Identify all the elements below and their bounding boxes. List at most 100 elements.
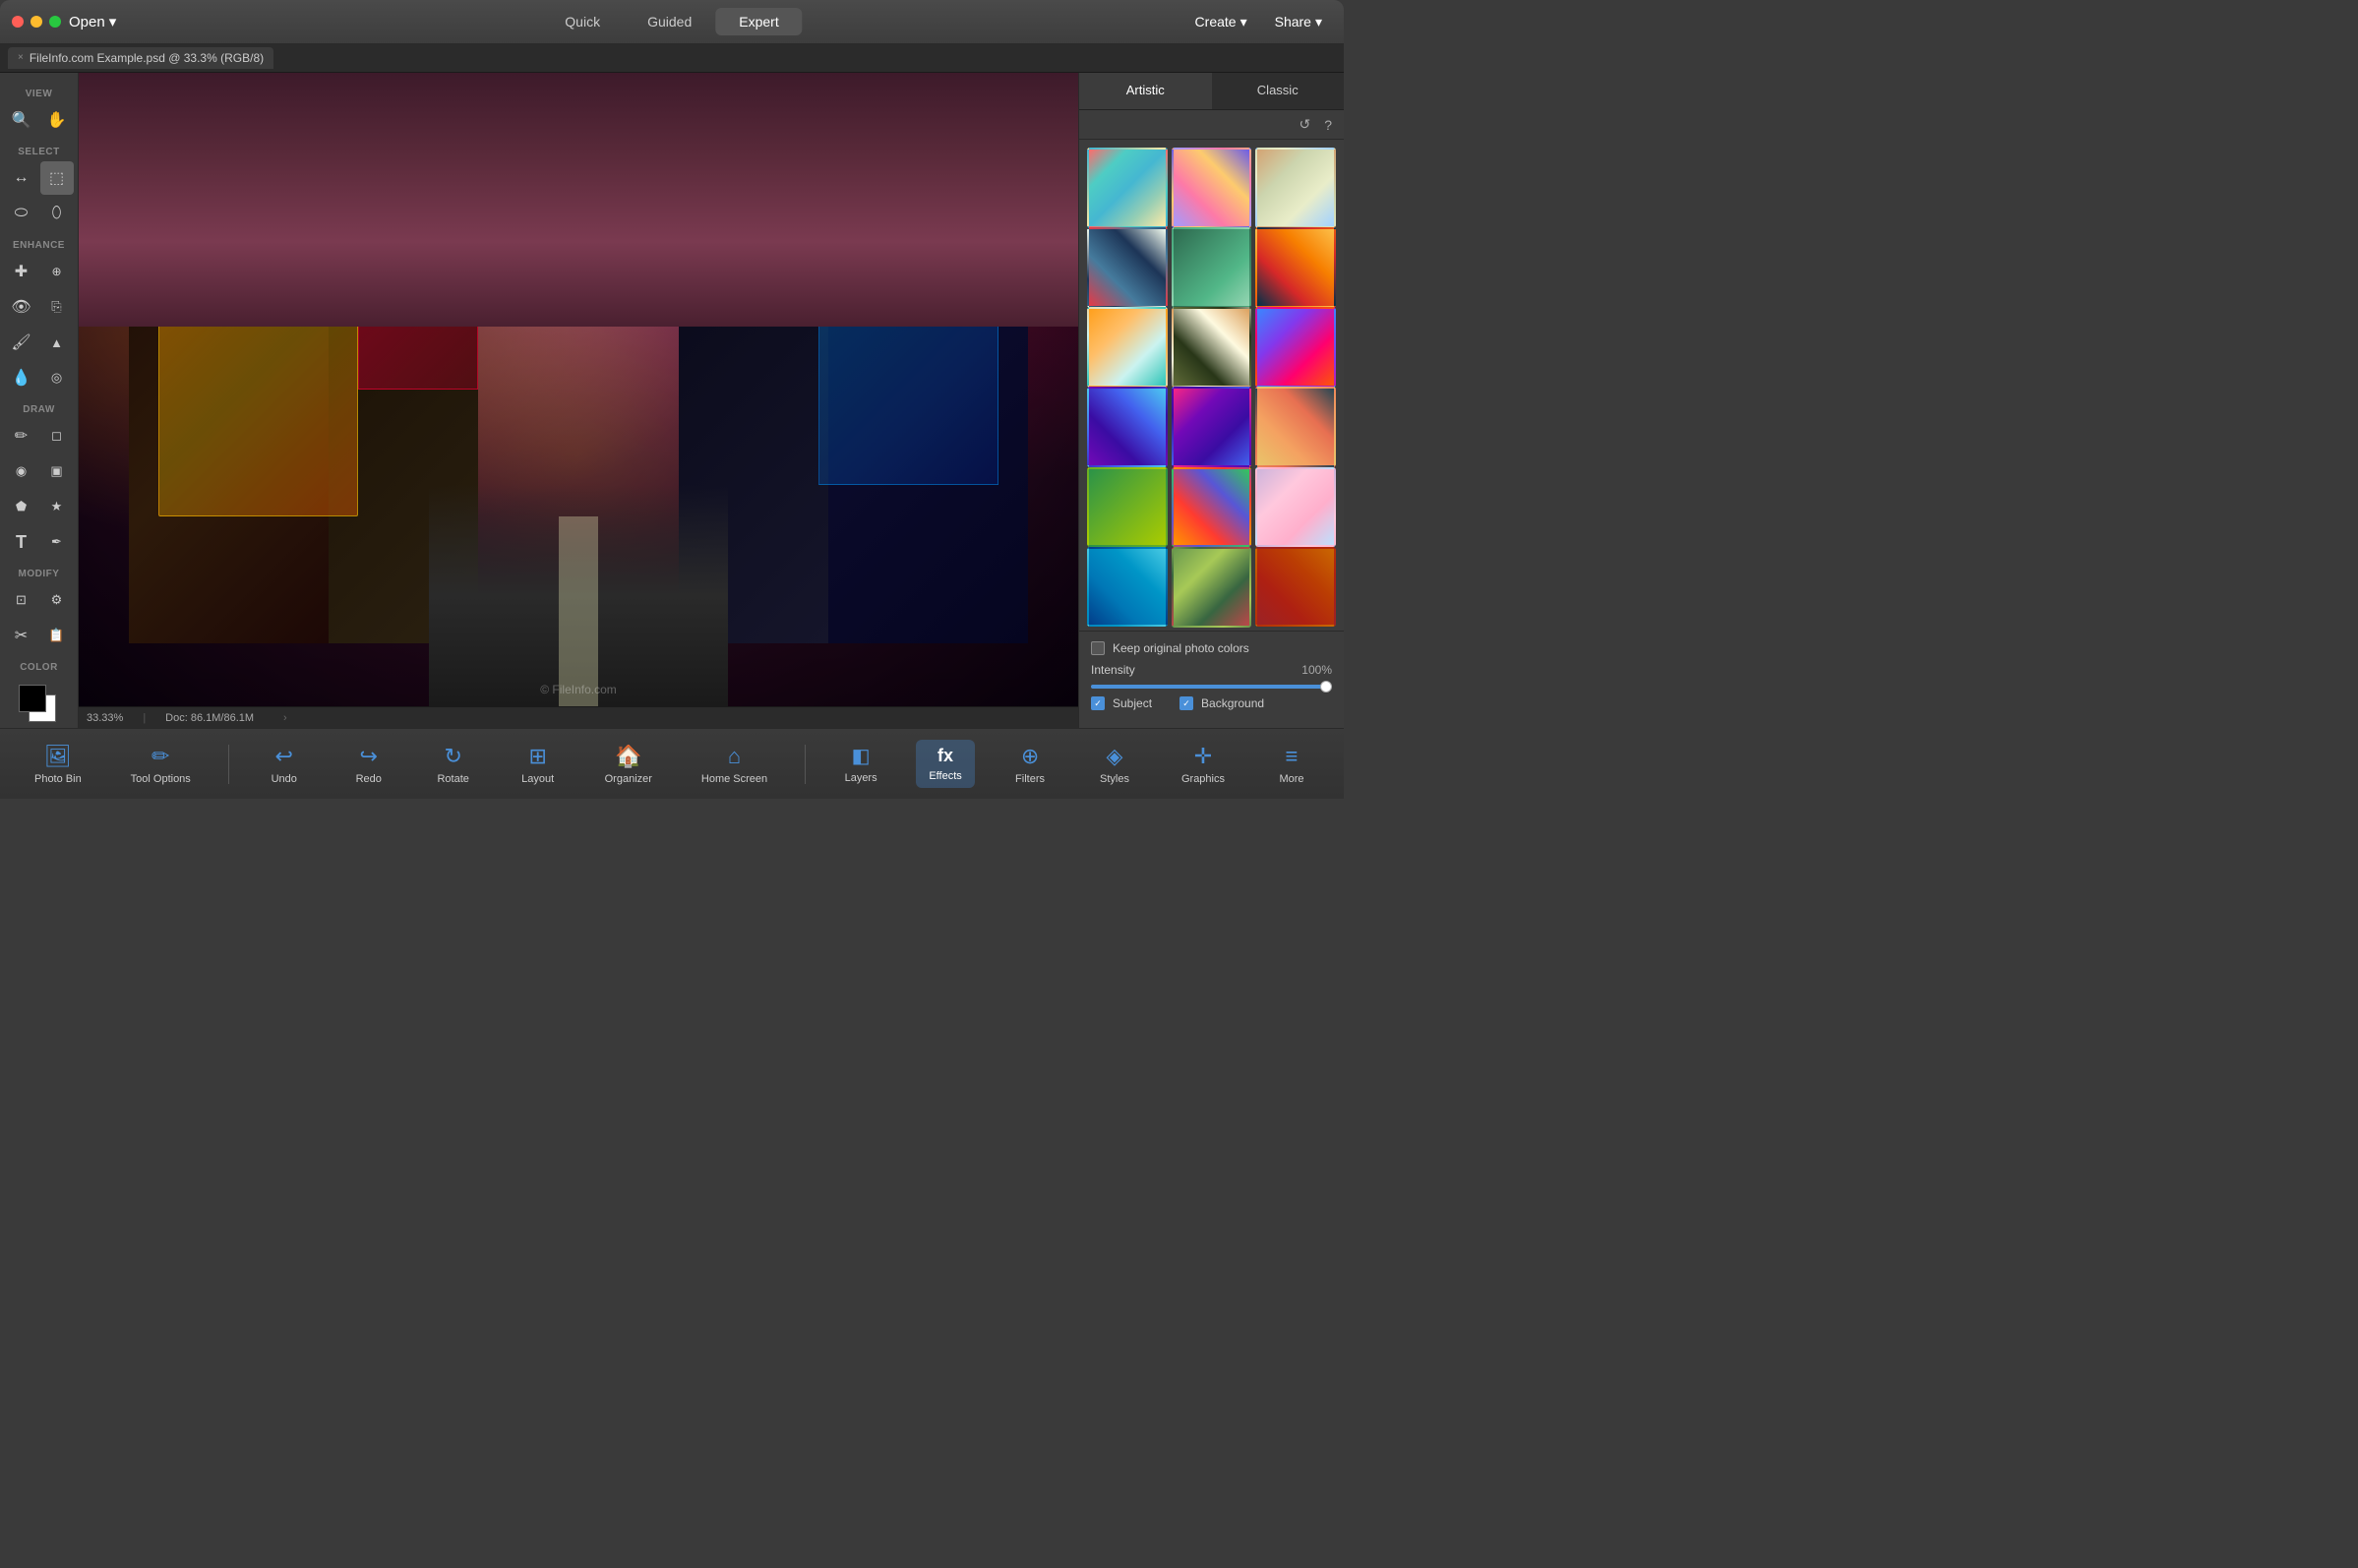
zoom-tool[interactable]: 🔍	[5, 103, 38, 137]
style-thumb[interactable]	[1255, 227, 1336, 308]
file-tab-close[interactable]: ×	[18, 52, 24, 63]
heal-tool[interactable]: ⊕	[40, 255, 74, 288]
style-thumb[interactable]	[1255, 547, 1336, 628]
shape-tool[interactable]: ★	[40, 490, 74, 523]
style-thumb[interactable]	[1255, 148, 1336, 228]
transform-tool[interactable]: ⚙	[40, 583, 74, 617]
style-thumb[interactable]	[1087, 467, 1168, 548]
brush-tool[interactable]: 🖌	[5, 326, 38, 359]
smudge-tool[interactable]: ▲	[40, 326, 74, 359]
blur-tool[interactable]: ◉	[5, 454, 38, 488]
style-thumb[interactable]	[1087, 227, 1168, 308]
file-tab[interactable]: × FileInfo.com Example.psd @ 33.3% (RGB/…	[8, 47, 273, 69]
layout-button[interactable]: ⊞ Layout	[509, 738, 568, 791]
style-thumb[interactable]	[1255, 307, 1336, 388]
minimize-button[interactable]	[30, 16, 42, 28]
style-thumb[interactable]	[1087, 307, 1168, 388]
style-thumb[interactable]	[1255, 387, 1336, 467]
style-thumb[interactable]	[1255, 467, 1336, 548]
subject-checkbox[interactable]	[1091, 696, 1105, 710]
refresh-icon[interactable]: ↺	[1295, 114, 1314, 135]
subject-label: Subject	[1113, 696, 1152, 710]
gradient-tool[interactable]: ▣	[40, 454, 74, 488]
scissors-tool[interactable]: ✂	[5, 619, 38, 652]
filters-label: Filters	[1015, 773, 1045, 785]
sponge-tool[interactable]: ◎	[40, 361, 74, 394]
help-icon[interactable]: ?	[1320, 115, 1336, 135]
panel-toolbar: ↺ ?	[1079, 110, 1344, 140]
intensity-slider-thumb[interactable]	[1320, 681, 1332, 693]
photo-bin-button[interactable]: 🖼 Photo Bin	[23, 738, 93, 791]
undo-label: Undo	[272, 773, 297, 785]
effects-button[interactable]: fx Effects	[916, 740, 975, 788]
tool-options-icon: ✏	[151, 744, 169, 769]
create-dropdown-icon: ▾	[1240, 14, 1247, 30]
tab-expert[interactable]: Expert	[715, 8, 802, 35]
dodge-tool[interactable]: 💧	[5, 361, 38, 394]
undo-button[interactable]: ↩ Undo	[255, 738, 314, 791]
tab-bar: × FileInfo.com Example.psd @ 33.3% (RGB/…	[0, 43, 1344, 73]
style-thumb[interactable]	[1087, 387, 1168, 467]
eye-tool[interactable]: 👁	[5, 290, 38, 324]
keep-colors-label: Keep original photo colors	[1113, 641, 1249, 655]
canvas-image[interactable]: © FileInfo.com	[79, 73, 1078, 706]
more-icon: ≡	[1286, 744, 1299, 769]
draw-tools-4: T ✒	[5, 525, 74, 559]
tab-quick[interactable]: Quick	[541, 8, 624, 35]
marquee-tool[interactable]: ⬚	[40, 161, 74, 195]
scroll-arrow[interactable]: ›	[283, 712, 287, 724]
style-thumb[interactable]	[1087, 148, 1168, 228]
undo-icon: ↩	[275, 744, 293, 769]
spot-heal-tool[interactable]: ✚	[5, 255, 38, 288]
move-tool[interactable]: ↔	[5, 161, 38, 195]
pen-tool[interactable]: ✒	[40, 525, 74, 559]
create-button[interactable]: Create ▾	[1185, 10, 1257, 34]
open-button[interactable]: Open ▾	[61, 9, 124, 34]
close-button[interactable]	[12, 16, 24, 28]
lasso-tool[interactable]: ⬭	[5, 197, 38, 230]
enhance-tools-1: ✚ ⊕	[5, 255, 74, 288]
style-thumb[interactable]	[1172, 307, 1252, 388]
intensity-slider[interactable]	[1091, 685, 1332, 689]
pencil-tool[interactable]: ✏	[5, 419, 38, 452]
redo-button[interactable]: ↪ Redo	[339, 738, 398, 791]
traffic-lights[interactable]	[12, 16, 61, 28]
tab-guided[interactable]: Guided	[624, 8, 715, 35]
layers-button[interactable]: ◧ Layers	[831, 738, 890, 790]
styles-button[interactable]: ◈ Styles	[1085, 738, 1144, 791]
layer-tool[interactable]: 📋	[40, 619, 74, 652]
style-thumb[interactable]	[1172, 387, 1252, 467]
style-thumb[interactable]	[1172, 467, 1252, 548]
text-tool[interactable]: T	[5, 525, 38, 559]
paint-tool[interactable]: ⬟	[5, 490, 38, 523]
tab-classic[interactable]: Classic	[1212, 73, 1345, 109]
select-tools-2: ⬭ ⬯	[5, 197, 74, 230]
keep-colors-checkbox[interactable]	[1091, 641, 1105, 655]
filters-button[interactable]: ⊕ Filters	[1000, 738, 1059, 791]
clone-tool[interactable]: ⎘	[40, 290, 74, 324]
graphics-label: Graphics	[1181, 773, 1225, 785]
organizer-button[interactable]: 🏠 Organizer	[593, 738, 664, 791]
maximize-button[interactable]	[49, 16, 61, 28]
style-thumb[interactable]	[1172, 227, 1252, 308]
style-thumb[interactable]	[1172, 148, 1252, 228]
foreground-color-swatch[interactable]	[19, 685, 46, 712]
home-screen-button[interactable]: ⌂ Home Screen	[690, 738, 779, 791]
eraser-tool[interactable]: ◻	[40, 419, 74, 452]
home-screen-label: Home Screen	[701, 773, 767, 785]
style-thumb[interactable]	[1087, 547, 1168, 628]
layers-icon: ◧	[852, 744, 871, 768]
graphics-button[interactable]: ✛ Graphics	[1170, 738, 1237, 791]
quick-select-tool[interactable]: ⬯	[40, 197, 74, 230]
tool-options-button[interactable]: ✏ Tool Options	[119, 738, 203, 791]
rotate-button[interactable]: ↻ Rotate	[424, 738, 483, 791]
style-thumb[interactable]	[1172, 547, 1252, 628]
hand-tool[interactable]: ✋	[40, 103, 74, 137]
tab-artistic[interactable]: Artistic	[1079, 73, 1212, 109]
background-checkbox[interactable]	[1179, 696, 1193, 710]
status-separator: |	[143, 712, 146, 724]
share-button[interactable]: Share ▾	[1265, 10, 1332, 34]
crop-tool[interactable]: ⊡	[5, 583, 38, 617]
more-button[interactable]: ≡ More	[1262, 738, 1321, 791]
color-swatches[interactable]	[19, 685, 60, 726]
